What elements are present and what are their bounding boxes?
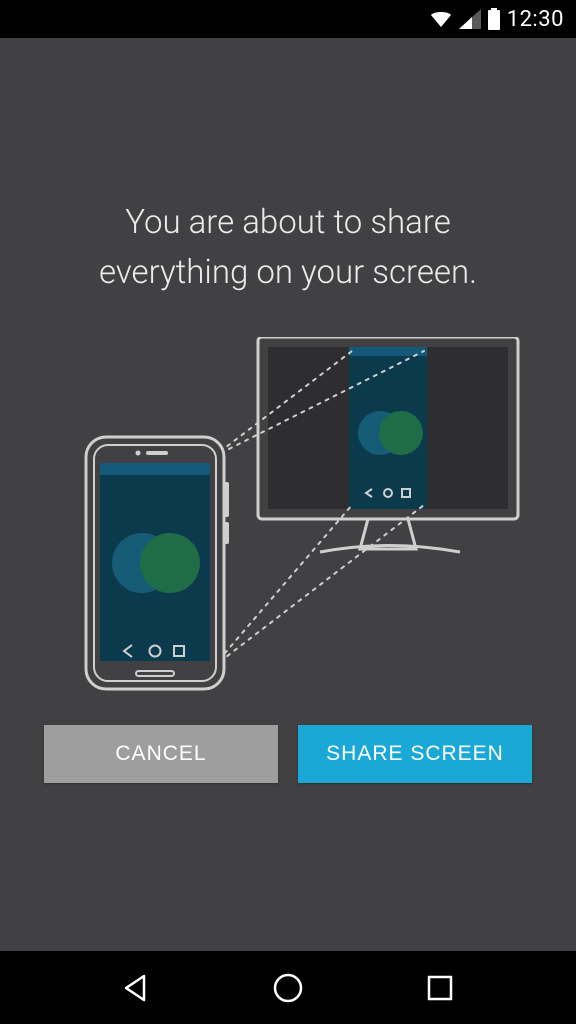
back-button[interactable]: [91, 958, 181, 1018]
system-nav-bar: [0, 951, 576, 1024]
share-screen-button[interactable]: SHARE SCREEN: [298, 725, 532, 783]
cellular-signal-icon: [459, 9, 481, 29]
cancel-button[interactable]: CANCEL: [44, 725, 278, 783]
back-triangle-icon: [120, 972, 152, 1004]
dialog-heading: You are about to share everything on you…: [0, 198, 576, 337]
illustration-container: [0, 337, 576, 951]
screen-share-illustration-icon: [48, 337, 528, 717]
battery-icon: [487, 8, 501, 30]
recents-button[interactable]: [395, 958, 485, 1018]
recents-square-icon: [426, 974, 454, 1002]
dialog-content: You are about to share everything on you…: [0, 38, 576, 951]
home-circle-icon: [271, 971, 305, 1005]
button-row: CANCEL SHARE SCREEN: [0, 725, 576, 807]
status-time: 12:30: [507, 7, 564, 32]
wifi-icon: [429, 9, 453, 29]
status-bar: 12:30: [0, 0, 576, 38]
home-button[interactable]: [243, 958, 333, 1018]
